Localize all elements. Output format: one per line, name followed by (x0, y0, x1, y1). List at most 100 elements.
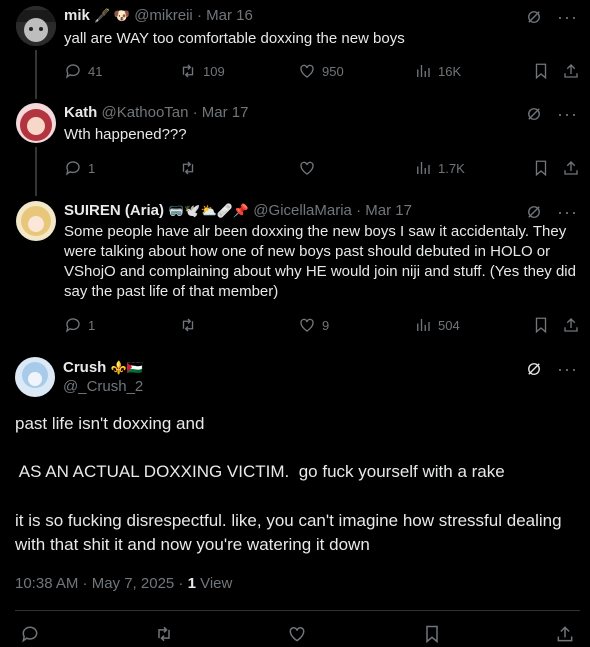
heart-icon (300, 64, 314, 78)
author-name[interactable]: Kath (64, 104, 97, 121)
views-icon (417, 319, 430, 331)
views-icon (417, 162, 430, 174)
share-button[interactable] (555, 624, 575, 644)
retweet-button[interactable]: 109 (179, 62, 225, 80)
share-button[interactable] (562, 316, 580, 334)
view-count: 16K (438, 63, 462, 79)
share-icon (564, 318, 578, 332)
reply-icon (65, 318, 80, 333)
grok-icon[interactable] (525, 8, 543, 26)
heart-icon (300, 318, 314, 332)
tweet-date[interactable]: · Mar 16 (197, 7, 253, 24)
view-count: 1.7K (438, 160, 465, 176)
reply-count: 1 (88, 160, 96, 176)
like-count: 950 (322, 63, 344, 79)
view-label: View (200, 575, 233, 592)
tweet-paragraph-2: AS AN ACTUAL DOXXING VICTIM. go fuck you… (15, 462, 505, 481)
grok-icon[interactable] (525, 105, 543, 123)
avatar-suiren-image (16, 201, 56, 241)
like-button[interactable] (298, 159, 322, 177)
tweet-suiren[interactable]: SUIREN (Aria) 🥽🕊️⛅🩹📌 @GicellaMaria · Mar… (0, 192, 590, 344)
author-handle[interactable]: @_Crush_2 (63, 377, 143, 397)
more-icon[interactable]: ··· (557, 105, 578, 123)
bookmark-icon (535, 317, 547, 334)
bookmark-button[interactable] (422, 624, 442, 644)
retweet-button[interactable] (154, 624, 174, 644)
author-handle[interactable]: @GicellaMaria (253, 202, 352, 219)
avatar-crush-image (15, 357, 55, 397)
like-button[interactable]: 950 (298, 62, 344, 80)
views-button[interactable]: 1.7K (414, 159, 465, 177)
share-icon (564, 64, 578, 78)
tweet-date[interactable]: · Mar 17 (356, 202, 412, 219)
reply-icon (65, 161, 80, 176)
reply-button[interactable]: 1 (64, 316, 95, 334)
tweet-paragraph-1: past life isn't doxxing and (15, 414, 205, 433)
tweet-text: Wth happened??? (64, 126, 187, 143)
reply-button[interactable]: 1 (64, 159, 95, 177)
share-button[interactable] (562, 62, 580, 80)
retweet-count: 109 (203, 63, 225, 79)
like-count: 9 (322, 317, 330, 333)
view-count: 1 (187, 575, 196, 592)
avatar-crush[interactable] (15, 357, 55, 397)
tweet-mik[interactable]: mik 🖋️ 🐶 @mikreii · Mar 16 ··· yall are … (0, 0, 590, 96)
author-name[interactable]: SUIREN (Aria) (64, 202, 164, 219)
like-button[interactable] (287, 624, 307, 644)
avatar-suiren[interactable] (16, 201, 56, 241)
grok-icon[interactable] (525, 203, 543, 221)
retweet-button[interactable] (179, 159, 203, 177)
share-icon (557, 626, 573, 642)
author-name[interactable]: Crush (63, 359, 106, 376)
reply-button[interactable]: 41 (64, 62, 102, 80)
bookmark-button[interactable] (532, 62, 550, 80)
name-emoji: ⚜️🇵🇸 (110, 360, 143, 375)
heart-icon (300, 161, 314, 175)
reply-count: 41 (88, 63, 103, 79)
tweet-date[interactable]: · Mar 17 (193, 104, 249, 121)
bookmark-icon (426, 625, 438, 644)
main-tweet: Crush ⚜️🇵🇸 @_Crush_2 ··· past life isn't… (0, 350, 590, 647)
more-icon[interactable]: ··· (557, 360, 578, 378)
name-emoji: 🥽🕊️⛅🩹📌 (168, 203, 250, 218)
views-button[interactable]: 504 (414, 316, 460, 334)
avatar-kath-image (16, 103, 56, 143)
views-button[interactable]: 16K (414, 62, 461, 80)
retweet-icon (182, 161, 194, 175)
author-name[interactable]: mik (64, 7, 90, 24)
reply-button[interactable] (20, 624, 40, 644)
retweet-icon (182, 318, 194, 332)
grok-icon[interactable] (525, 360, 543, 378)
share-button[interactable] (562, 159, 580, 177)
thread-line (35, 192, 37, 196)
retweet-icon (182, 64, 194, 78)
view-count: 504 (438, 317, 460, 333)
tweet-kath[interactable]: Kath @KathooTan · Mar 17 ··· Wth happene… (0, 95, 590, 194)
retweet-button[interactable] (179, 316, 203, 334)
author-handle[interactable]: @mikreii (134, 7, 193, 24)
tweet-timestamp[interactable]: 10:38 AM · May 7, 2025 · (15, 575, 183, 592)
tweet-text: Some people have alr been doxxing the ne… (64, 223, 576, 300)
author-handle[interactable]: @KathooTan (102, 104, 189, 121)
tweet-paragraph-3: it is so fucking disrespectful. like, yo… (15, 511, 562, 554)
retweet-icon (158, 626, 170, 642)
avatar-kath[interactable] (16, 103, 56, 143)
thread-line (35, 95, 37, 99)
reply-icon (22, 626, 38, 643)
name-emoji: 🖋️ 🐶 (94, 8, 131, 23)
more-icon[interactable]: ··· (557, 8, 578, 26)
bookmark-icon (535, 160, 547, 177)
more-icon[interactable]: ··· (557, 203, 578, 221)
tweet-text: yall are WAY too comfortable doxxing the… (64, 30, 405, 47)
avatar-mik-image (16, 6, 56, 46)
heart-icon (289, 626, 305, 642)
reply-count: 1 (88, 317, 96, 333)
bookmark-button[interactable] (532, 316, 550, 334)
like-button[interactable]: 9 (298, 316, 329, 334)
divider (15, 610, 580, 611)
avatar-mik[interactable] (16, 6, 56, 46)
views-icon (417, 65, 430, 77)
share-icon (564, 161, 578, 175)
bookmark-icon (535, 63, 547, 80)
bookmark-button[interactable] (532, 159, 550, 177)
